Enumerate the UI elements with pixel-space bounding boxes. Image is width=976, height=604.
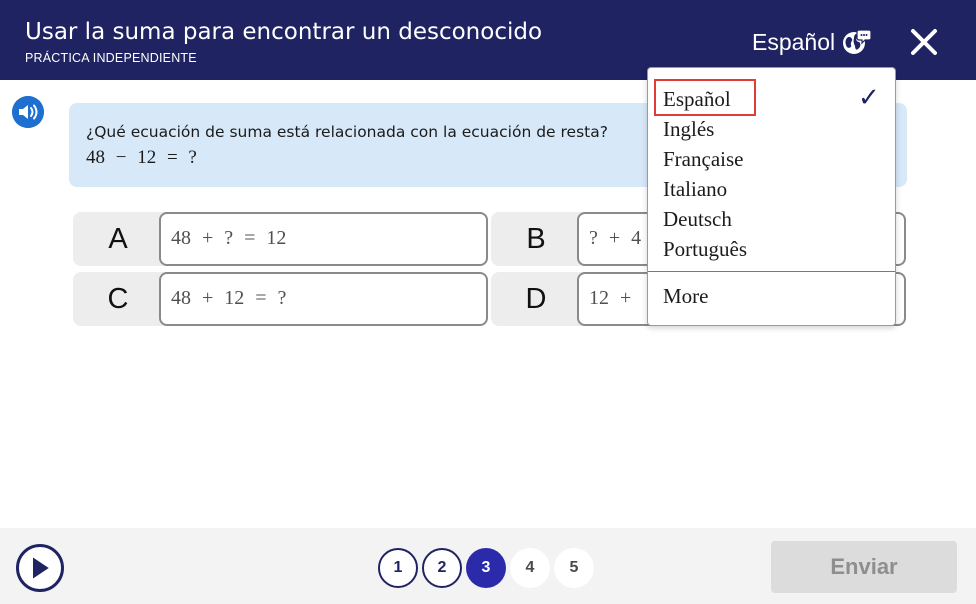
page-3-button[interactable]: 3: [466, 548, 506, 588]
choice-a[interactable]: A 48 + ? = 12: [73, 212, 488, 266]
choice-equation: 48 + 12 = ?: [171, 287, 287, 309]
choice-answer-field[interactable]: 48 + ? = 12: [159, 212, 488, 266]
language-dropdown-menu: Español ✓ Inglés Française Italiano Deut…: [647, 67, 896, 326]
choice-equation: ? + 4: [589, 227, 642, 249]
choice-letter: B: [526, 223, 546, 255]
speaker-icon[interactable]: [12, 96, 44, 128]
page-1-button[interactable]: 1: [378, 548, 418, 588]
play-icon[interactable]: [16, 544, 64, 592]
submit-button[interactable]: Enviar: [771, 541, 957, 593]
language-option-espanol[interactable]: Español: [663, 87, 731, 112]
choice-equation: 12 +: [589, 287, 632, 309]
language-option-francaise[interactable]: Française: [663, 147, 743, 172]
choice-answer-field[interactable]: 48 + 12 = ?: [159, 272, 488, 326]
menu-divider: [648, 271, 895, 272]
choice-equation: 48 + ? = 12: [171, 227, 287, 249]
page-subtitle: PRÁCTICA INDEPENDIENTE: [25, 51, 197, 65]
language-selector-label: Español: [752, 28, 836, 55]
page-title: Usar la suma para encontrar un desconoci…: [25, 19, 543, 45]
globe-speech-icon: [843, 29, 872, 54]
language-selector-button[interactable]: Español: [752, 26, 872, 58]
checkmark-icon: ✓: [858, 82, 880, 112]
question-equation: 48 − 12 = ?: [86, 147, 197, 168]
page-4-button[interactable]: 4: [510, 548, 550, 588]
language-option-ingles[interactable]: Inglés: [663, 117, 714, 142]
choice-c[interactable]: C 48 + 12 = ?: [73, 272, 488, 326]
page-2-button[interactable]: 2: [422, 548, 462, 588]
choice-letter: D: [525, 283, 547, 315]
language-option-italiano[interactable]: Italiano: [663, 177, 727, 202]
question-text: ¿Qué ecuación de suma está relacionada c…: [86, 123, 608, 141]
choice-letter: A: [108, 223, 128, 255]
page-5-button[interactable]: 5: [554, 548, 594, 588]
close-icon[interactable]: [906, 24, 942, 60]
language-option-more[interactable]: More: [663, 284, 709, 309]
language-option-deutsch[interactable]: Deutsch: [663, 207, 732, 232]
choice-letter: C: [107, 283, 129, 315]
language-option-portugues[interactable]: Português: [663, 237, 747, 262]
